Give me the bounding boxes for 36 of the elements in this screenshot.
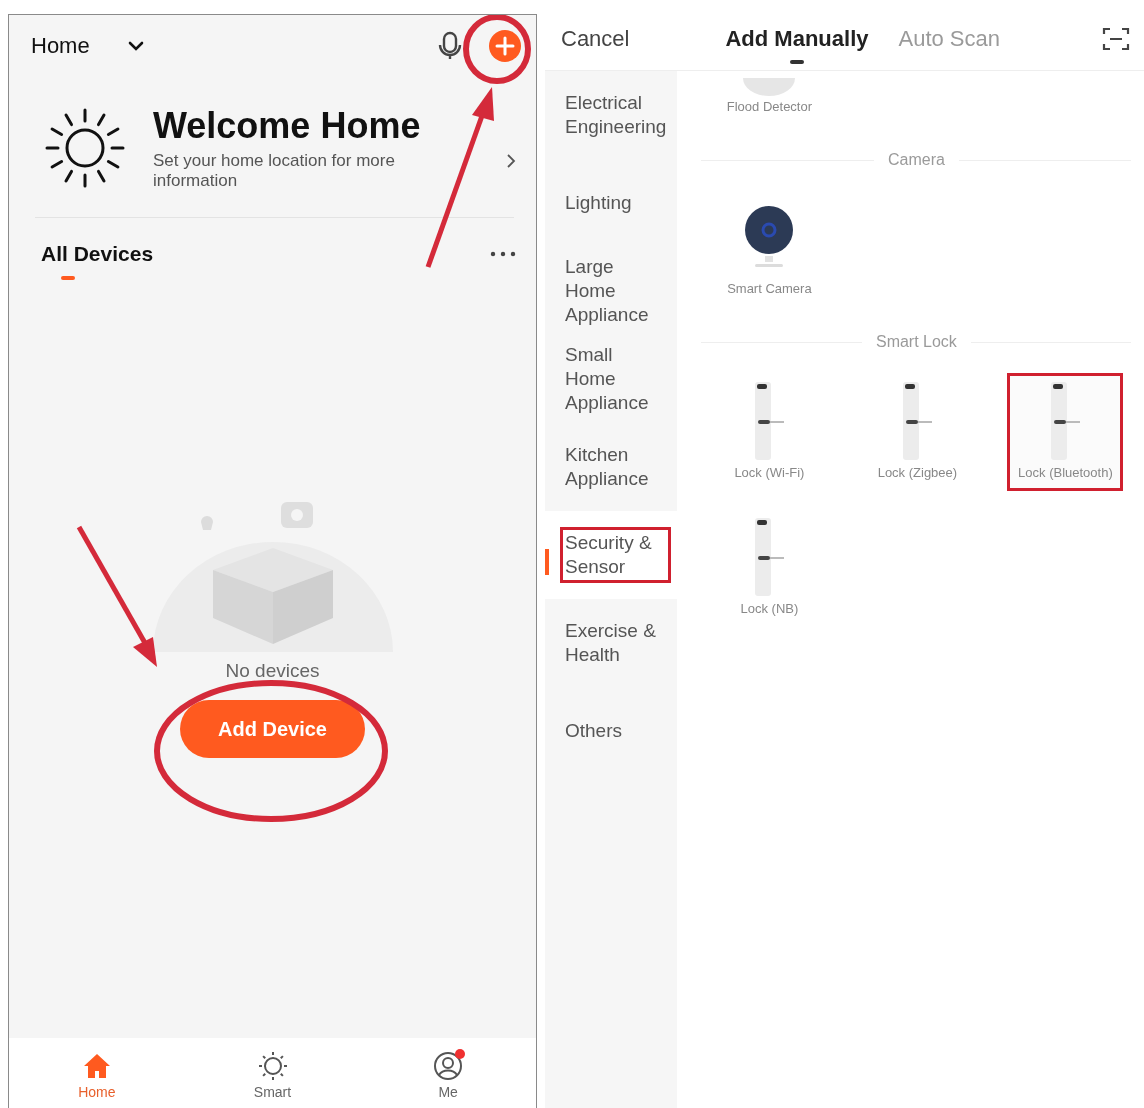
add-button[interactable] <box>488 29 522 63</box>
device-item[interactable]: Flood Detector <box>703 71 836 125</box>
sun-icon <box>45 108 125 188</box>
sun-icon <box>256 1050 289 1082</box>
category-item[interactable]: Others <box>545 687 678 775</box>
microphone-icon[interactable] <box>438 31 462 61</box>
category-item[interactable]: Kitchen Appliance <box>545 423 678 511</box>
device-item[interactable]: Lock (Bluetooth) <box>1007 373 1124 491</box>
category-item[interactable]: Lighting <box>545 159 678 247</box>
category-item[interactable]: Exercise & Health <box>545 599 678 687</box>
category-item[interactable]: Small Home Appliance <box>545 335 678 423</box>
tab-indicator <box>61 276 75 280</box>
category-item[interactable]: Large Home Appliance <box>545 247 678 335</box>
empty-message: No devices <box>225 660 320 682</box>
scan-icon[interactable] <box>1102 26 1130 52</box>
profile-icon <box>432 1050 465 1082</box>
chevron-down-icon[interactable] <box>127 41 144 51</box>
device-item[interactable]: Lock (Wi-Fi) <box>703 373 836 491</box>
category-item[interactable]: Electrical Engineering <box>545 71 678 159</box>
device-item[interactable]: Lock (NB) <box>703 509 836 627</box>
chevron-right-icon[interactable] <box>506 153 516 169</box>
section-header: Camera <box>701 151 1132 169</box>
section-tab[interactable]: All Devices <box>41 242 154 266</box>
category-item[interactable]: Security & Sensor <box>545 511 678 599</box>
tab[interactable]: Add Manually <box>725 14 869 64</box>
cancel-button[interactable]: Cancel <box>561 26 630 52</box>
home-title[interactable]: Home <box>31 33 90 59</box>
location-hint[interactable]: Set your home location for more information <box>153 151 423 191</box>
sensor-icon <box>743 78 796 96</box>
more-icon[interactable] <box>490 251 516 257</box>
device-item[interactable]: Smart Camera <box>703 191 836 307</box>
nav-tab[interactable]: Smart <box>184 1042 361 1108</box>
welcome-title: Welcome Home <box>153 105 422 147</box>
section-header: Smart Lock <box>701 333 1132 351</box>
device-item[interactable]: Lock (Zigbee) <box>851 373 984 491</box>
nav-tab[interactable]: Me <box>360 1042 536 1108</box>
